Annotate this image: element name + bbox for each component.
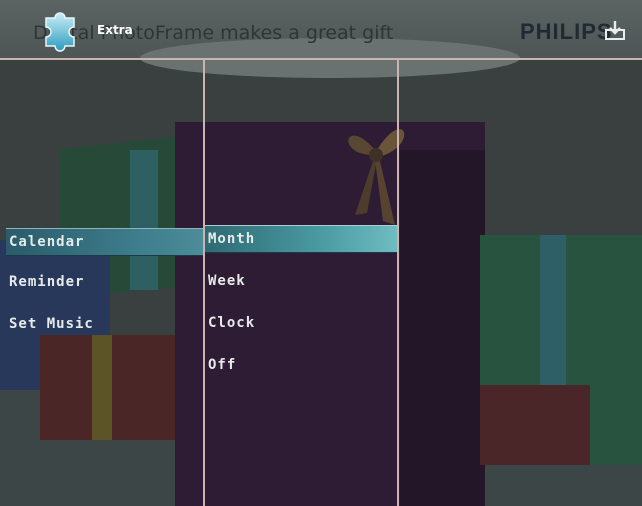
menu-item-calendar[interactable]: Calendar [6, 228, 203, 256]
submenu-item-week[interactable]: Week [205, 268, 397, 294]
frame-caption: Digital PhotoFrame makes a great gift [33, 22, 394, 44]
import-icon[interactable] [604, 19, 626, 41]
gift-red-right [480, 385, 590, 465]
submenu-item-clock[interactable]: Clock [205, 310, 397, 336]
gift-bow [335, 95, 415, 235]
mode-title: Extra [97, 23, 133, 37]
puzzle-gear-icon [38, 8, 82, 52]
brand-name: PHILIPS [520, 19, 613, 44]
gift-red-left [40, 335, 185, 440]
menu-item-label: Set Music [9, 316, 94, 332]
submenu-item-month[interactable]: Month [205, 225, 397, 253]
gift-red-left-ribbon [92, 335, 112, 440]
submenu-item-label: Month [208, 231, 256, 247]
submenu-item-label: Clock [208, 315, 256, 331]
menu-item-label: Reminder [9, 274, 85, 290]
menu-item-label: Calendar [9, 234, 85, 250]
header-divider [0, 58, 642, 60]
photoframe-screen: Digital PhotoFrame makes a great gift PH… [0, 0, 642, 506]
menu-item-reminder[interactable]: Reminder [6, 269, 203, 295]
menu-item-set-music[interactable]: Set Music [6, 311, 203, 337]
column-divider-right [397, 60, 399, 506]
submenu-item-off[interactable]: Off [205, 352, 397, 378]
submenu-item-label: Week [208, 273, 246, 289]
submenu-item-label: Off [208, 357, 237, 373]
